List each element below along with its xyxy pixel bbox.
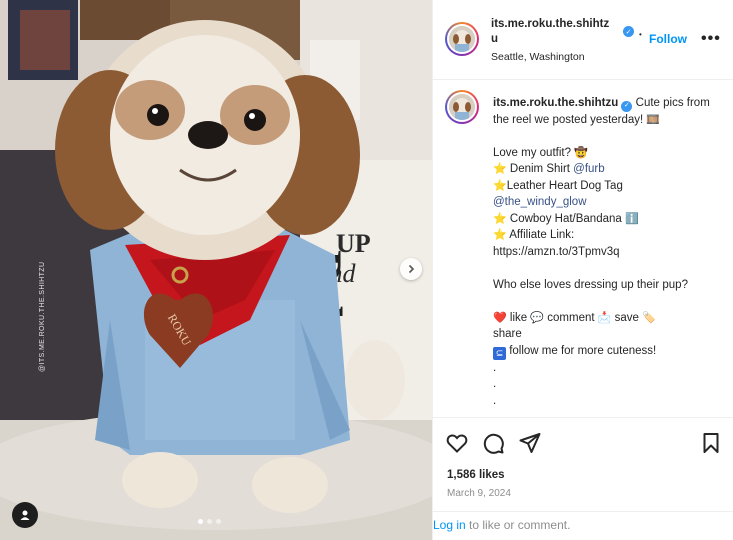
verified-badge-icon: ✓	[621, 100, 633, 112]
login-link[interactable]: Log in	[433, 518, 466, 532]
chevron-right-icon	[408, 264, 415, 274]
profile-avatar[interactable]	[445, 22, 479, 56]
caption-dot: .	[493, 378, 497, 391]
post-photo[interactable]: UP end Pal ROKU @ITS.M	[0, 0, 432, 540]
cta-share: share	[493, 328, 522, 341]
caption-item-3: Cowboy Hat/Bandana	[506, 212, 625, 225]
tag-icon: 🏷️	[642, 311, 656, 324]
heart-outline-icon[interactable]	[445, 431, 469, 455]
cta-follow: follow me for more cuteness!	[506, 344, 657, 357]
carousel-indicator	[198, 519, 221, 524]
follow-button[interactable]: Follow	[649, 32, 687, 46]
next-image-button[interactable]	[400, 258, 422, 280]
star-icon: ⭐	[493, 212, 507, 225]
cta-like: like	[506, 311, 531, 324]
post-header: its.me.roku.the.shihtzu ✓ • Follow ••• S…	[433, 0, 733, 80]
info-icon: ℹ️	[624, 212, 639, 225]
bookmark-icon[interactable]	[699, 431, 723, 455]
caption-item-4: Affiliate Link:	[506, 229, 575, 242]
photo-watermark: @ITS.ME.ROKU.THE.SHIHTZU	[39, 261, 46, 372]
caption-section: its.me.roku.the.shihtzu ✓ Cute pics from…	[433, 81, 733, 417]
caption-item-2: Leather Heart Dog Tag	[506, 179, 623, 192]
caption-dot: .	[493, 394, 497, 407]
envelope-icon: 📩	[597, 311, 612, 324]
carousel-dot	[216, 519, 221, 524]
speech-bubble-icon: 💬	[530, 311, 545, 324]
tagged-users-button[interactable]	[12, 502, 38, 528]
dog-photo-image: UP end Pal ROKU	[0, 0, 432, 540]
star-icon: ⭐	[493, 229, 507, 242]
header-username[interactable]: its.me.roku.the.shihtzu	[491, 17, 616, 47]
mention-the-windy-glow[interactable]: @the_windy_glow	[493, 196, 587, 208]
post-caption: its.me.roku.the.shihtzu ✓ Cute pics from…	[493, 95, 725, 417]
caption-avatar[interactable]	[445, 90, 479, 124]
avatar-image	[449, 26, 475, 52]
comment-bubble-icon[interactable]	[481, 431, 505, 455]
post-location[interactable]: Seattle, Washington	[491, 51, 585, 63]
caption-username[interactable]: its.me.roku.the.shihtzu	[493, 97, 618, 109]
caption-question: Who else loves dressing up their pup?	[493, 278, 688, 291]
header-separator: •	[639, 30, 642, 39]
comment-prompt: to like or comment.	[465, 518, 571, 532]
film-icon: 🎞️	[646, 113, 661, 126]
like-count[interactable]: 1,586 likes	[447, 469, 505, 481]
carousel-dot	[207, 519, 212, 524]
cta-comment: comment	[544, 311, 598, 324]
post-panel: its.me.roku.the.shihtzu ✓ • Follow ••• S…	[432, 0, 733, 540]
star-icon: ⭐	[493, 163, 507, 176]
cowboy-face-icon: 🤠	[574, 146, 588, 159]
avatar-image	[449, 94, 475, 120]
star-icon: ⭐	[493, 179, 507, 192]
user-icon	[20, 510, 30, 520]
verified-badge-icon: ✓	[623, 26, 634, 37]
cta-save: save	[611, 311, 643, 324]
carousel-dot-active	[198, 519, 203, 524]
paper-plane-icon[interactable]	[518, 431, 542, 455]
comment-bar: Log in to like or comment.	[433, 511, 733, 540]
mention-furb[interactable]: @furb	[573, 163, 605, 175]
affiliate-link: https://amzn.to/3Tpmv3q	[493, 245, 620, 258]
more-options-icon[interactable]: •••	[701, 30, 721, 48]
post-actions: 1,586 likes March 9, 2024 Log in to like…	[433, 417, 733, 540]
caption-line-2: Love my outfit?	[493, 146, 575, 159]
caption-item-1: Denim Shirt	[506, 163, 574, 176]
caption-dot: .	[493, 361, 497, 374]
post-date[interactable]: March 9, 2024	[447, 488, 511, 499]
red-heart-icon: ❤️	[493, 311, 507, 324]
follow-arrow-icon: ⊆	[493, 346, 506, 360]
